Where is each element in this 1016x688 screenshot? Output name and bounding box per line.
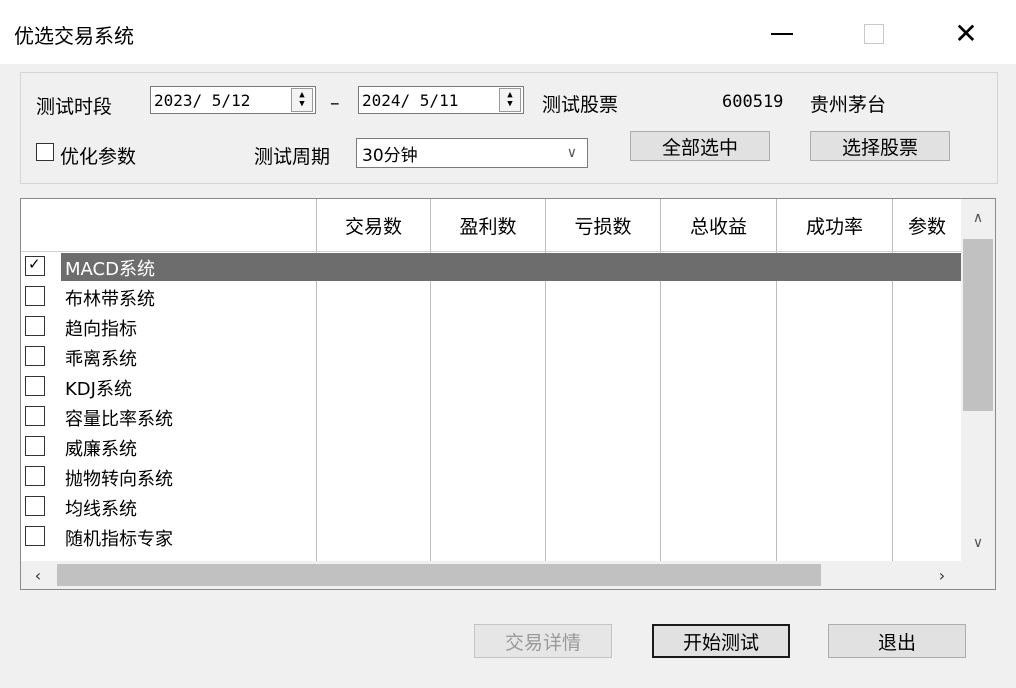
optimize-label: 优化参数 xyxy=(60,146,137,168)
start-date-value: 2023/ 5/12 xyxy=(154,90,251,110)
column-header-profits[interactable]: 盈利数 xyxy=(431,199,545,251)
start-date-spinner[interactable]: ▲ ▼ xyxy=(291,88,313,112)
row-checkbox[interactable]: ✓ xyxy=(25,255,45,276)
column-header-total-return[interactable]: 总收益 xyxy=(661,199,776,251)
column-header-losses[interactable]: 亏损数 xyxy=(546,199,660,251)
row-highlight xyxy=(61,253,961,281)
system-table: 交易数 盈利数 亏损数 总收益 成功率 参数 ✓ MACD系统 布林带系统 趋向… xyxy=(20,198,996,590)
row-name: MACD系统 xyxy=(65,259,155,280)
scroll-down-icon[interactable]: ∨ xyxy=(961,525,995,561)
check-icon: ✓ xyxy=(28,255,41,273)
column-header-params[interactable]: 参数 xyxy=(893,199,961,251)
start-test-button[interactable]: 开始测试 xyxy=(652,624,790,658)
close-button[interactable]: ✕ xyxy=(936,12,996,56)
title-bar: 优选交易系统 ✕ xyxy=(0,0,1016,64)
table-row[interactable]: 布林带系统 xyxy=(21,281,961,311)
row-name: 布林带系统 xyxy=(65,289,155,310)
row-checkbox[interactable] xyxy=(25,346,45,366)
row-checkbox[interactable] xyxy=(25,376,45,396)
close-icon: ✕ xyxy=(954,17,978,50)
window-title: 优选交易系统 xyxy=(14,24,134,48)
choose-stock-button[interactable]: 选择股票 xyxy=(810,131,950,161)
row-name: 抛物转向系统 xyxy=(65,469,173,490)
maximize-icon xyxy=(864,24,884,44)
horizontal-scrollbar[interactable]: ‹ › xyxy=(21,561,961,589)
row-checkbox[interactable] xyxy=(25,526,45,546)
select-all-button[interactable]: 全部选中 xyxy=(630,131,770,161)
row-name: 容量比率系统 xyxy=(65,409,173,430)
row-name: 均线系统 xyxy=(65,499,137,520)
table-row[interactable]: 趋向指标 xyxy=(21,311,961,341)
row-checkbox[interactable] xyxy=(25,286,45,306)
trade-detail-button[interactable]: 交易详情 xyxy=(474,624,612,658)
cycle-label: 测试周期 xyxy=(254,146,331,168)
vertical-scrollbar[interactable]: ∧ ∨ xyxy=(961,199,995,561)
row-name: 威廉系统 xyxy=(65,439,137,460)
cycle-value: 30分钟 xyxy=(362,145,418,166)
row-name: 随机指标专家 xyxy=(65,529,173,550)
chevron-down-icon: ∨ xyxy=(566,145,577,161)
horizontal-scroll-thumb[interactable] xyxy=(57,564,821,586)
end-date-picker[interactable]: 2024/ 5/11 ▲ ▼ xyxy=(358,86,524,114)
vertical-scroll-thumb[interactable] xyxy=(963,239,993,411)
scroll-left-icon[interactable]: ‹ xyxy=(21,561,55,589)
scroll-corner xyxy=(961,561,995,589)
scroll-right-icon[interactable]: › xyxy=(925,561,959,589)
stock-code: 600519 xyxy=(722,92,784,112)
cycle-select[interactable]: 30分钟 ∨ xyxy=(356,138,588,168)
column-header-trades[interactable]: 交易数 xyxy=(317,199,430,251)
row-checkbox[interactable] xyxy=(25,466,45,486)
row-checkbox[interactable] xyxy=(25,406,45,426)
row-name: 乖离系统 xyxy=(65,349,137,370)
row-name: 趋向指标 xyxy=(65,319,137,340)
column-header-success-rate[interactable]: 成功率 xyxy=(777,199,892,251)
period-label: 测试时段 xyxy=(36,96,113,118)
minimize-icon xyxy=(771,33,793,35)
optimize-checkbox[interactable] xyxy=(36,143,54,161)
scroll-up-icon[interactable]: ∧ xyxy=(961,199,995,237)
spin-down-icon: ▼ xyxy=(299,99,305,109)
minimize-button[interactable] xyxy=(752,12,812,56)
maximize-button[interactable] xyxy=(844,12,904,56)
table-row[interactable]: 容量比率系统 xyxy=(21,401,961,431)
start-date-picker[interactable]: 2023/ 5/12 ▲ ▼ xyxy=(150,86,316,114)
stock-name: 贵州茅台 xyxy=(810,94,887,116)
row-checkbox[interactable] xyxy=(25,436,45,456)
end-date-value: 2024/ 5/11 xyxy=(362,90,459,110)
exit-button[interactable]: 退出 xyxy=(828,624,966,658)
stock-label: 测试股票 xyxy=(542,94,619,116)
table-row[interactable]: 抛物转向系统 xyxy=(21,461,961,491)
spin-down-icon: ▼ xyxy=(507,99,513,109)
table-row[interactable]: 乖离系统 xyxy=(21,341,961,371)
table-row[interactable]: 威廉系统 xyxy=(21,431,961,461)
table-row[interactable]: 随机指标专家 xyxy=(21,521,961,551)
end-date-spinner[interactable]: ▲ ▼ xyxy=(499,88,521,112)
row-name: KDJ系统 xyxy=(65,379,132,400)
date-range-dash: – xyxy=(330,92,340,114)
table-row[interactable]: KDJ系统 xyxy=(21,371,961,401)
table-row[interactable]: 均线系统 xyxy=(21,491,961,521)
row-checkbox[interactable] xyxy=(25,316,45,336)
row-checkbox[interactable] xyxy=(25,496,45,516)
table-row[interactable]: ✓ MACD系统 xyxy=(21,251,961,281)
